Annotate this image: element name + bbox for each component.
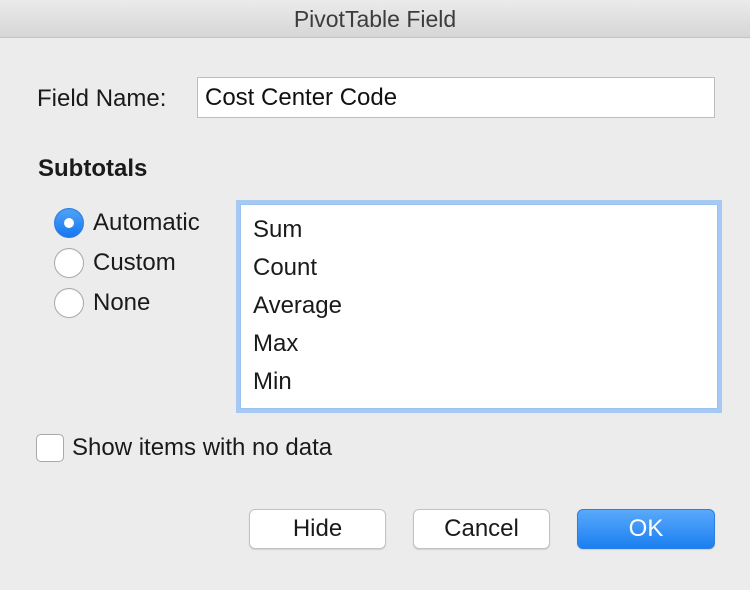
radio-selected-icon[interactable] — [54, 208, 84, 238]
show-items-label: Show items with no data — [72, 434, 333, 461]
radio-none-label: None — [93, 289, 151, 316]
show-items-no-data-option[interactable]: Show items with no data — [36, 432, 332, 464]
hide-button[interactable]: Hide — [249, 509, 386, 549]
subtotals-heading: Subtotals — [38, 155, 148, 182]
radio-none[interactable]: None — [54, 287, 150, 319]
radio-unselected-icon[interactable] — [54, 248, 84, 278]
radio-custom-label: Custom — [93, 249, 176, 276]
field-name-label: Field Name: — [37, 85, 167, 112]
list-item-average[interactable]: Average — [241, 287, 717, 325]
radio-custom[interactable]: Custom — [54, 247, 176, 279]
list-item-min[interactable]: Min — [241, 363, 717, 401]
cancel-button[interactable]: Cancel — [413, 509, 550, 549]
title-bar: PivotTable Field — [0, 0, 750, 38]
radio-unselected-icon[interactable] — [54, 288, 84, 318]
list-item-count[interactable]: Count — [241, 249, 717, 287]
radio-automatic[interactable]: Automatic — [54, 207, 200, 239]
field-name-input[interactable] — [197, 77, 715, 118]
radio-automatic-label: Automatic — [93, 209, 200, 236]
subtotal-functions-list[interactable]: Sum Count Average Max Min — [240, 204, 718, 409]
ok-button[interactable]: OK — [577, 509, 715, 549]
list-item-sum[interactable]: Sum — [241, 211, 717, 249]
list-item-max[interactable]: Max — [241, 325, 717, 363]
show-items-checkbox[interactable] — [36, 434, 64, 462]
window-title: PivotTable Field — [293, 6, 457, 32]
